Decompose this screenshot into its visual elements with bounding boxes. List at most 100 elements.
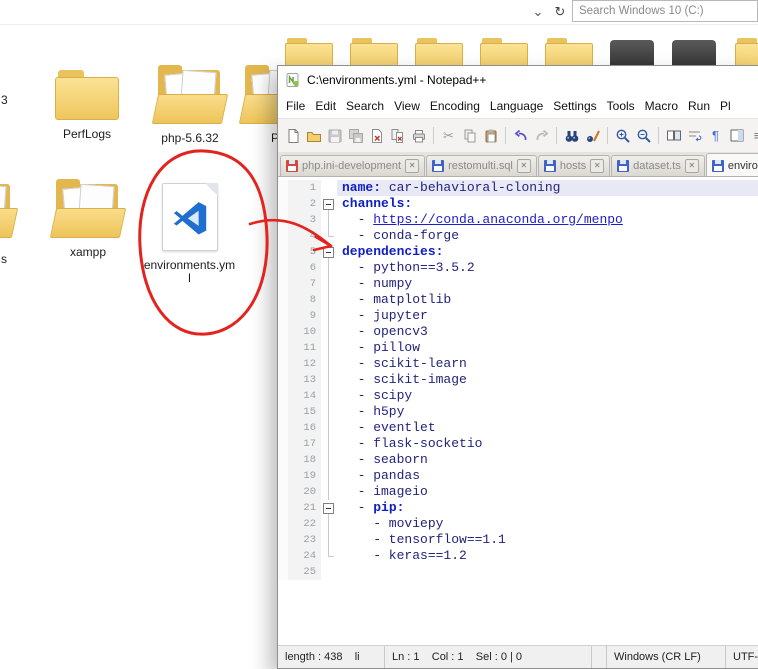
save-icon[interactable]: [325, 126, 344, 145]
code-line-7: 7 - numpy: [278, 276, 758, 292]
partial-folder-item[interactable]: [0, 182, 35, 238]
code-text[interactable]: - h5py: [337, 404, 758, 420]
search-input[interactable]: [572, 0, 758, 22]
menu-item-file[interactable]: File: [281, 96, 310, 116]
code-text[interactable]: [337, 564, 758, 580]
word-wrap-icon[interactable]: [685, 126, 704, 145]
menu-item-view[interactable]: View: [389, 96, 425, 116]
close-all-icon[interactable]: [388, 126, 407, 145]
copy-icon[interactable]: [460, 126, 479, 145]
menu-item-settings[interactable]: Settings: [548, 96, 601, 116]
close-file-icon[interactable]: [367, 126, 386, 145]
code-text[interactable]: - opencv3: [337, 324, 758, 340]
close-tab-icon[interactable]: ✕: [590, 159, 605, 173]
code-text[interactable]: - matplotlib: [337, 292, 758, 308]
paste-icon[interactable]: [481, 126, 500, 145]
code-text[interactable]: - pandas: [337, 468, 758, 484]
editor-body[interactable]: 1 name: car-behavioral-cloning 2 channels: 3…: [278, 177, 758, 645]
file-item-environments-yml[interactable]: environments.ym l: [137, 183, 242, 285]
undo-icon[interactable]: [511, 126, 530, 145]
menu-item-tools[interactable]: Tools: [602, 96, 640, 116]
code-text[interactable]: - tensorflow==1.1: [337, 532, 758, 548]
show-symbols-icon[interactable]: ¶: [706, 126, 725, 145]
code-text[interactable]: name: car-behavioral-cloning: [337, 180, 758, 196]
title-bar[interactable]: C:\environments.yml - Notepad++: [278, 66, 758, 93]
fold-collapse-icon[interactable]: [321, 196, 337, 212]
code-text[interactable]: - flask-socketio: [337, 436, 758, 452]
zoom-out-icon[interactable]: [634, 126, 653, 145]
folder-item-perflogs[interactable]: PerfLogs: [32, 70, 142, 141]
menu-item-encoding[interactable]: Encoding: [425, 96, 485, 116]
refresh-icon[interactable]: ↻: [551, 3, 569, 21]
code-line-12: 12 - scikit-learn: [278, 356, 758, 372]
bookmark-margin: [278, 516, 288, 532]
code-text[interactable]: - jupyter: [337, 308, 758, 324]
code-text[interactable]: - moviepy: [337, 516, 758, 532]
bookmark-margin: [278, 420, 288, 436]
find-icon[interactable]: [562, 126, 581, 145]
menu-item-run[interactable]: Run: [683, 96, 715, 116]
code-text[interactable]: - scikit-image: [337, 372, 758, 388]
menu-item-macro[interactable]: Macro: [640, 96, 683, 116]
status-encoding[interactable]: UTF-: [726, 646, 758, 668]
menu-item-pl[interactable]: Pl: [715, 96, 736, 116]
code-text[interactable]: - numpy: [337, 276, 758, 292]
code-text[interactable]: - eventlet: [337, 420, 758, 436]
fold-margin: [321, 564, 337, 580]
view-split-icon[interactable]: [664, 126, 683, 145]
save-all-icon[interactable]: [346, 126, 365, 145]
tab-php.ini-development[interactable]: php.ini-development ✕: [280, 155, 426, 176]
code-text[interactable]: - keras==1.2: [337, 548, 758, 564]
code-text[interactable]: - conda-forge: [337, 228, 758, 244]
fold-margin: [321, 180, 337, 196]
tab-environments.yml[interactable]: environments.yml✕: [705, 153, 758, 176]
close-tab-icon[interactable]: ✕: [405, 159, 420, 173]
line-number: 13: [288, 372, 321, 388]
code-text[interactable]: - scipy: [337, 388, 758, 404]
tab-restomulti.sql[interactable]: restomulti.sql ✕: [426, 155, 537, 176]
fold-collapse-icon[interactable]: [321, 244, 337, 260]
code-text[interactable]: - python==3.5.2: [337, 260, 758, 276]
code-token: - moviepy: [342, 516, 444, 531]
close-tab-icon[interactable]: ✕: [684, 159, 699, 173]
menu-item-search[interactable]: Search: [341, 96, 389, 116]
code-token: pip:: [373, 500, 405, 515]
folder-item-php[interactable]: php-5.6.32: [135, 65, 245, 145]
doc-map-icon[interactable]: [727, 126, 746, 145]
folder-icon: [55, 70, 119, 120]
doc-switcher-icon[interactable]: ≡: [748, 126, 758, 145]
bookmark-margin: [278, 564, 288, 580]
new-file-icon[interactable]: [283, 126, 302, 145]
folder-label: PerfLogs: [62, 127, 112, 141]
tab-dataset.ts[interactable]: dataset.ts ✕: [611, 155, 705, 176]
redo-icon[interactable]: [532, 126, 551, 145]
code-text[interactable]: - scikit-learn: [337, 356, 758, 372]
zoom-in-icon[interactable]: [613, 126, 632, 145]
menu-item-edit[interactable]: Edit: [310, 96, 341, 116]
close-tab-icon[interactable]: ✕: [516, 159, 531, 173]
code-text[interactable]: - pillow: [337, 340, 758, 356]
code-text[interactable]: - seaborn: [337, 452, 758, 468]
fold-collapse-icon[interactable]: [321, 500, 337, 516]
fold-margin: [321, 372, 337, 388]
code-text[interactable]: - pip:: [337, 500, 758, 516]
chevron-down-icon[interactable]: ⌄: [529, 3, 547, 21]
tab-hosts[interactable]: hosts ✕: [537, 155, 611, 176]
code-text[interactable]: channels:: [337, 196, 758, 212]
code-token: -: [342, 212, 374, 227]
code-text[interactable]: - imageio: [337, 484, 758, 500]
open-folder-icon[interactable]: [304, 126, 323, 145]
menu-item-language[interactable]: Language: [485, 96, 548, 116]
status-eol[interactable]: Windows (CR LF): [607, 646, 726, 668]
code-text[interactable]: - https://conda.anaconda.org/menpo: [337, 212, 758, 228]
bookmark-margin: [278, 404, 288, 420]
code-text[interactable]: dependencies:: [337, 244, 758, 260]
replace-icon[interactable]: [583, 126, 602, 145]
code-url[interactable]: https://conda.anaconda.org/menpo: [373, 212, 623, 227]
line-number: 2: [288, 196, 321, 212]
fold-margin: [321, 548, 337, 564]
cut-icon[interactable]: ✂: [439, 126, 458, 145]
print-icon[interactable]: [409, 126, 428, 145]
folder-item-xampp[interactable]: xampp: [33, 179, 143, 259]
toolbar-separator: [556, 127, 557, 144]
